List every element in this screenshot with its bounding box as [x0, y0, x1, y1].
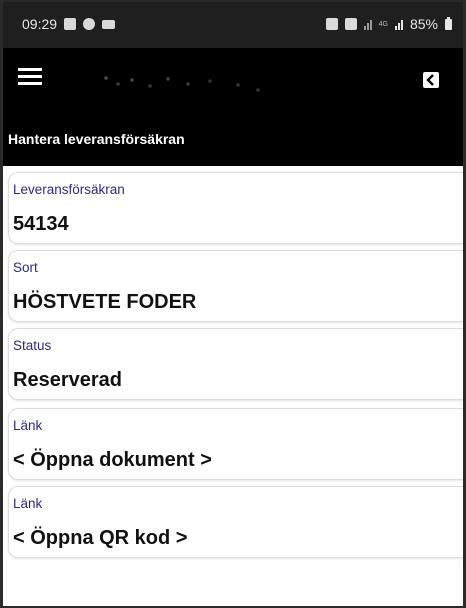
- field-label: Status: [13, 338, 52, 353]
- gallery-icon: [64, 18, 77, 30]
- page-title: Hantera leveransförsäkran: [8, 131, 185, 147]
- field-value: 54134: [13, 213, 69, 235]
- signal-strength-icon: [394, 19, 403, 30]
- status-bar-left: 09:29: [22, 16, 116, 32]
- link-text[interactable]: < Öppna QR kod >: [13, 527, 187, 550]
- field-value: HÖSTVETE FODER: [13, 291, 197, 313]
- status-bar-right: 4G 85%: [325, 16, 452, 32]
- app-logo: [98, 72, 274, 94]
- sync-icon: [102, 19, 116, 29]
- field-label: Länk: [13, 496, 43, 511]
- link-text[interactable]: < Öppna dokument >: [13, 449, 212, 472]
- field-list: Leveransförsäkran 54134 Sort HÖSTVETE FO…: [0, 166, 466, 608]
- battery-icon: [445, 16, 452, 30]
- alarm-icon: [344, 18, 357, 30]
- field-card-delivery-declaration: Leveransförsäkran 54134: [8, 172, 466, 244]
- open-qr-code-link[interactable]: Länk < Öppna QR kod >: [8, 486, 466, 558]
- status-bar: 09:29 4G 85%: [0, 0, 466, 48]
- field-card-status: Status Reserverad: [8, 328, 466, 400]
- page-header: Hantera leveransförsäkran: [0, 108, 466, 166]
- vpn-icon: [325, 18, 338, 30]
- hamburger-menu-icon[interactable]: [18, 68, 42, 86]
- field-card-sort: Sort HÖSTVETE FODER: [8, 250, 466, 322]
- field-value: Reserverad: [13, 369, 122, 391]
- signal-icon: [363, 19, 372, 30]
- messenger-icon: [83, 18, 96, 30]
- network-type: 4G: [378, 20, 388, 28]
- clock: 09:29: [22, 16, 58, 32]
- back-arrow-icon[interactable]: [423, 72, 439, 88]
- field-label: Leveransförsäkran: [13, 182, 125, 197]
- battery-percentage: 85%: [409, 16, 438, 32]
- open-document-link[interactable]: Länk < Öppna dokument >: [8, 408, 466, 480]
- app-bar: [0, 48, 466, 108]
- field-label: Länk: [13, 418, 43, 433]
- field-label: Sort: [13, 260, 38, 275]
